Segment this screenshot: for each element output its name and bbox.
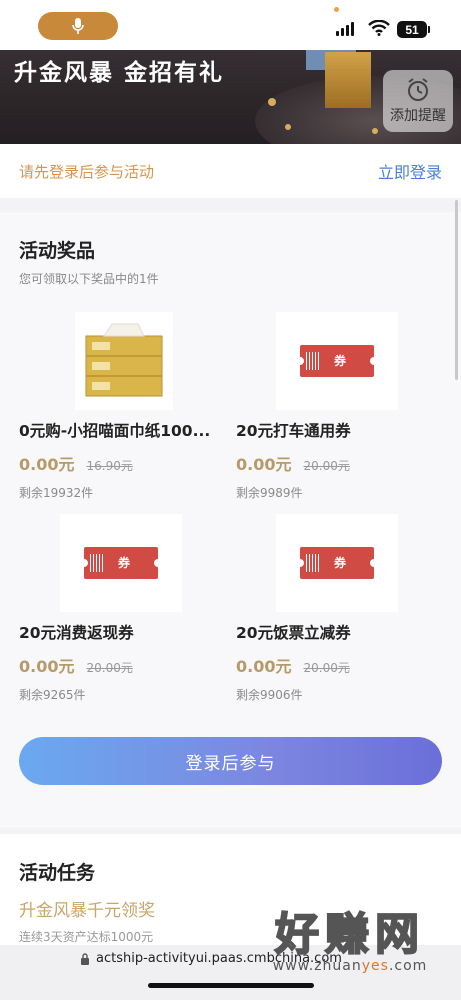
prize-price: 0.00元: [19, 657, 75, 676]
login-to-join-button[interactable]: 登录后参与: [19, 737, 442, 785]
prize-price: 0.00元: [236, 455, 292, 474]
home-indicator[interactable]: [148, 983, 314, 988]
prizes-subtitle: 您可领取以下奖品中的1件: [19, 272, 159, 286]
add-reminder-button[interactable]: 添加提醒: [383, 70, 453, 132]
prize-name: 20元打车通用券: [236, 422, 351, 440]
coupon-icon: 券: [296, 547, 378, 579]
cellular-signal-icon: [336, 22, 354, 36]
prize-image: [75, 312, 173, 410]
prize-item[interactable]: 券 20元饭票立减券 0.00元 20.00元 剩余9906件: [236, 514, 446, 703]
prize-item[interactable]: 0元购-小招喵面巾纸100... 0.00元 16.90元 剩余19932件: [19, 312, 229, 501]
banner-gold-box-image: [325, 52, 371, 108]
prize-item[interactable]: 券 20元打车通用券 0.00元 20.00元 剩余9989件: [236, 312, 446, 501]
coupon-icon: 券: [80, 547, 162, 579]
prizes-section: 活动奖品 您可领取以下奖品中的1件 0元购-小招喵面巾纸100... 0.00元…: [0, 212, 461, 828]
watermark-logo-text: 好赚网: [274, 909, 425, 960]
prize-item[interactable]: 券 20元消费返现券 0.00元 20.00元 剩余9265件: [19, 514, 229, 703]
prize-stock: 剩余19932件: [19, 486, 94, 500]
scrollbar[interactable]: [455, 200, 458, 380]
prize-price: 0.00元: [236, 657, 292, 676]
microphone-icon: [72, 18, 84, 34]
prize-image: 券: [60, 514, 182, 612]
microphone-indicator[interactable]: [38, 12, 118, 40]
prize-name: 20元消费返现券: [19, 624, 134, 642]
task-item-description: 连续3天资产达标1000元: [19, 930, 154, 944]
task-item-name[interactable]: 升金风暴千元领奖: [19, 896, 155, 921]
prize-name: 0元购-小招喵面巾纸100...: [19, 422, 211, 440]
watermark-url: www.zhuanyes.com: [272, 958, 428, 974]
prize-original-price: 20.00元: [303, 459, 350, 473]
prize-stock: 剩余9989件: [236, 486, 303, 500]
login-now-link[interactable]: 立即登录: [378, 159, 442, 183]
alarm-clock-icon: [408, 78, 428, 101]
prize-name: 20元饭票立减券: [236, 624, 351, 642]
site-watermark: 好赚网 www.zhuanyes.com: [250, 909, 450, 975]
prize-stock: 剩余9265件: [19, 688, 86, 702]
tasks-title: 活动任务: [19, 862, 96, 884]
prize-image: 券: [276, 514, 398, 612]
battery-icon: 51: [397, 21, 427, 38]
prize-price: 0.00元: [19, 455, 75, 474]
wifi-icon: [368, 20, 390, 36]
battery-level: 51: [405, 22, 419, 37]
prize-stock: 剩余9906件: [236, 688, 303, 702]
prizes-title: 活动奖品: [19, 240, 96, 262]
lock-icon: [81, 953, 89, 965]
prize-original-price: 20.00元: [303, 661, 350, 675]
privacy-dot: [334, 7, 339, 12]
banner-title: 升金风暴 金招有礼: [14, 60, 225, 86]
tissue-box-icon: [85, 323, 163, 397]
login-hint: 请先登录后参与活动: [19, 162, 155, 181]
add-reminder-label: 添加提醒: [390, 108, 446, 124]
prize-original-price: 16.90元: [86, 459, 133, 473]
prize-original-price: 20.00元: [86, 661, 133, 675]
status-bar: 51: [0, 0, 461, 50]
coupon-icon: 券: [296, 345, 378, 377]
prize-image: 券: [276, 312, 398, 410]
login-prompt-bar: 请先登录后参与活动 立即登录: [0, 144, 461, 198]
